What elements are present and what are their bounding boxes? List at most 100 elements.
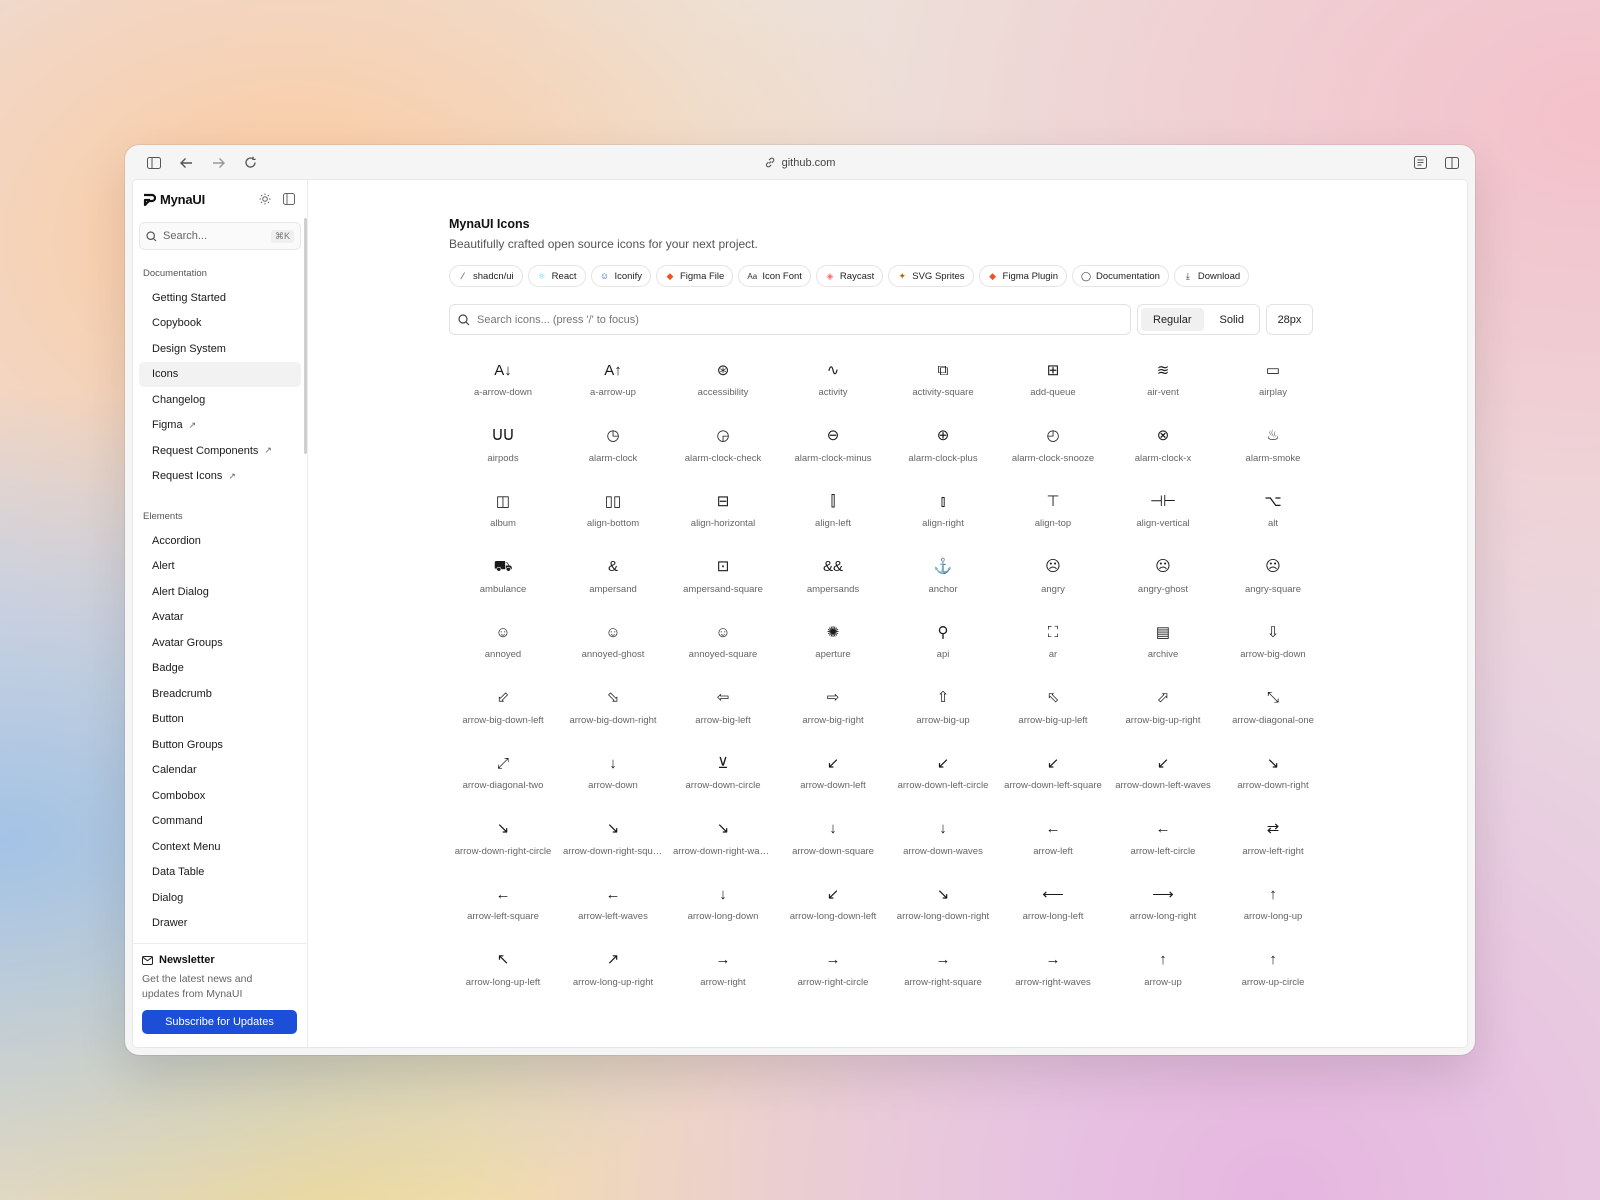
icon-tile[interactable]: → arrow-right-waves (998, 936, 1108, 1002)
icon-tile[interactable]: ⧉ activity-square (888, 346, 998, 412)
icon-tile[interactable]: → arrow-right-circle (778, 936, 888, 1002)
icon-tile[interactable]: ⟶ arrow-long-right (1108, 870, 1218, 936)
icon-tile[interactable]: ← arrow-left-circle (1108, 805, 1218, 871)
sidebar-item-accordion[interactable]: Accordion (139, 528, 301, 554)
chip-shadcn-ui[interactable]: ⁄ shadcn/ui (449, 265, 523, 287)
icon-tile[interactable]: ⊗ alarm-clock-x (1108, 412, 1218, 478)
sidebar-item-badge[interactable]: Badge (139, 656, 301, 682)
sidebar-item-avatar-groups[interactable]: Avatar Groups (139, 630, 301, 656)
icon-search-input[interactable]: Search icons... (press '/' to focus) (449, 304, 1131, 335)
icon-tile[interactable]: ☺ annoyed-square (668, 608, 778, 674)
icon-tile[interactable]: && ampersands (778, 543, 888, 609)
icon-tile[interactable]: ⊡ ampersand-square (668, 543, 778, 609)
sidebar-search[interactable]: Search... ⌘K (139, 222, 301, 250)
sun-icon[interactable] (259, 193, 271, 205)
icon-tile[interactable]: ⊟ align-horizontal (668, 477, 778, 543)
icon-tile[interactable]: ⤢ arrow-diagonal-two (448, 739, 558, 805)
icon-tile[interactable]: ↘ arrow-long-down-right (888, 870, 998, 936)
icon-tile[interactable]: ← arrow-left (998, 805, 1108, 871)
icon-tile[interactable]: ◶ alarm-clock-check (668, 412, 778, 478)
icon-tile[interactable]: ⊤ align-top (998, 477, 1108, 543)
icon-tile[interactable]: ↑ arrow-long-up (1218, 870, 1328, 936)
icon-tile[interactable]: ↓ arrow-down-square (778, 805, 888, 871)
icon-tile[interactable]: ⊛ accessibility (668, 346, 778, 412)
icon-tile[interactable]: ☹ angry-ghost (1108, 543, 1218, 609)
sidebar-item-data-table[interactable]: Data Table (139, 860, 301, 886)
chip-figma-plugin[interactable]: ◆ Figma Plugin (978, 265, 1067, 287)
sidebar-item-button-groups[interactable]: Button Groups (139, 732, 301, 758)
brand-logo[interactable]: MynaUI (143, 192, 205, 207)
icon-tile[interactable]: ↙ arrow-long-down-left (778, 870, 888, 936)
icon-tile[interactable]: ∿ activity (778, 346, 888, 412)
icon-tile[interactable]: ◴ alarm-clock-snooze (998, 412, 1108, 478)
icon-tile[interactable]: ↘ arrow-down-right (1218, 739, 1328, 805)
icon-tile[interactable]: ⬃ arrow-big-down-left (448, 674, 558, 740)
icon-tile[interactable]: A↓ a-arrow-down (448, 346, 558, 412)
forward-arrow-icon[interactable] (205, 150, 231, 176)
icon-tile[interactable]: ↓ arrow-long-down (668, 870, 778, 936)
icon-tile[interactable]: ⟵ arrow-long-left (998, 870, 1108, 936)
chip-documentation[interactable]: ◯ Documentation (1071, 265, 1169, 287)
collapse-sidebar-icon[interactable] (283, 193, 295, 205)
icon-tile[interactable]: ≋ air-vent (1108, 346, 1218, 412)
icon-tile[interactable]: ☹ angry-square (1218, 543, 1328, 609)
sidebar-item-drawer[interactable]: Drawer (139, 911, 301, 937)
sidebar-item-getting-started[interactable]: Getting Started (139, 285, 301, 311)
sidebar-item-command[interactable]: Command (139, 809, 301, 835)
sidebar-item-calendar[interactable]: Calendar (139, 758, 301, 784)
icon-tile[interactable]: ⚓ anchor (888, 543, 998, 609)
icon-tile[interactable]: ⫿ align-left (778, 477, 888, 543)
chip-raycast[interactable]: ◈ Raycast (815, 265, 884, 287)
icon-tile[interactable]: ↑ arrow-up-circle (1218, 936, 1328, 1002)
chip-figma-file[interactable]: ◆ Figma File (655, 265, 734, 287)
icon-tile[interactable]: ↘ arrow-down-right-waves (668, 805, 778, 871)
sidebar-item-figma[interactable]: Figma ↗ (139, 413, 301, 439)
subscribe-button[interactable]: Subscribe for Updates (142, 1010, 297, 1034)
icon-tile[interactable]: ⇨ arrow-big-right (778, 674, 888, 740)
icon-tile[interactable]: ⊣⊢ align-vertical (1108, 477, 1218, 543)
icon-tile[interactable]: ⇩ arrow-big-down (1218, 608, 1328, 674)
icon-tile[interactable]: ⊖ alarm-clock-minus (778, 412, 888, 478)
sidebar-item-combobox[interactable]: Combobox (139, 783, 301, 809)
icon-tile[interactable]: ↙ arrow-down-left-waves (1108, 739, 1218, 805)
icon-tile[interactable]: → arrow-right-square (888, 936, 998, 1002)
sidebar-item-alert[interactable]: Alert (139, 554, 301, 580)
icon-tile[interactable]: → arrow-right (668, 936, 778, 1002)
icon-tile[interactable]: ᑌᑌ airpods (448, 412, 558, 478)
icon-tile[interactable]: ← arrow-left-square (448, 870, 558, 936)
chip-svg-sprites[interactable]: ✦ SVG Sprites (888, 265, 974, 287)
chip-download[interactable]: ⤓ Download (1173, 265, 1250, 287)
icon-tile[interactable]: ↙ arrow-down-left (778, 739, 888, 805)
sidebar-item-context-menu[interactable]: Context Menu (139, 834, 301, 860)
icon-tile[interactable]: ⊻ arrow-down-circle (668, 739, 778, 805)
icon-tile[interactable]: ⤡ arrow-diagonal-one (1218, 674, 1328, 740)
icon-tile[interactable]: ⬁ arrow-big-up-left (998, 674, 1108, 740)
icon-tile[interactable]: ⊕ alarm-clock-plus (888, 412, 998, 478)
icon-tile[interactable]: ✺ aperture (778, 608, 888, 674)
icon-tile[interactable]: ⬀ arrow-big-up-right (1108, 674, 1218, 740)
reader-icon[interactable] (1407, 150, 1433, 176)
sidebar-item-breadcrumb[interactable]: Breadcrumb (139, 681, 301, 707)
icon-tile[interactable]: ↓ arrow-down (558, 739, 668, 805)
address-bar[interactable]: github.com (765, 157, 835, 169)
sidebar-item-design-system[interactable]: Design System (139, 336, 301, 362)
chip-iconify[interactable]: ☺ Iconify (590, 265, 651, 287)
icon-tile[interactable]: ⌥ alt (1218, 477, 1328, 543)
icon-tile[interactable]: & ampersand (558, 543, 668, 609)
sidebar-item-request-icons[interactable]: Request Icons ↗ (139, 464, 301, 490)
icon-tile[interactable]: ☺ annoyed (448, 608, 558, 674)
icon-tile[interactable]: ↙ arrow-down-left-circle (888, 739, 998, 805)
icon-tile[interactable]: ☺ annoyed-ghost (558, 608, 668, 674)
split-view-icon[interactable] (1439, 150, 1465, 176)
sidebar-item-changelog[interactable]: Changelog (139, 387, 301, 413)
chip-icon-font[interactable]: Aa Icon Font (738, 265, 811, 287)
sidebar-item-avatar[interactable]: Avatar (139, 605, 301, 631)
icon-tile[interactable]: ♨ alarm-smoke (1218, 412, 1328, 478)
sidebar-item-icons[interactable]: Icons (139, 361, 301, 387)
sidebar-item-request-components[interactable]: Request Components ↗ (139, 438, 301, 464)
icon-tile[interactable]: ⊞ add-queue (998, 346, 1108, 412)
icon-tile[interactable]: ↓ arrow-down-waves (888, 805, 998, 871)
style-option-regular[interactable]: Regular (1141, 308, 1204, 331)
icon-tile[interactable]: ⛟ ambulance (448, 543, 558, 609)
icon-tile[interactable]: A↑ a-arrow-up (558, 346, 668, 412)
